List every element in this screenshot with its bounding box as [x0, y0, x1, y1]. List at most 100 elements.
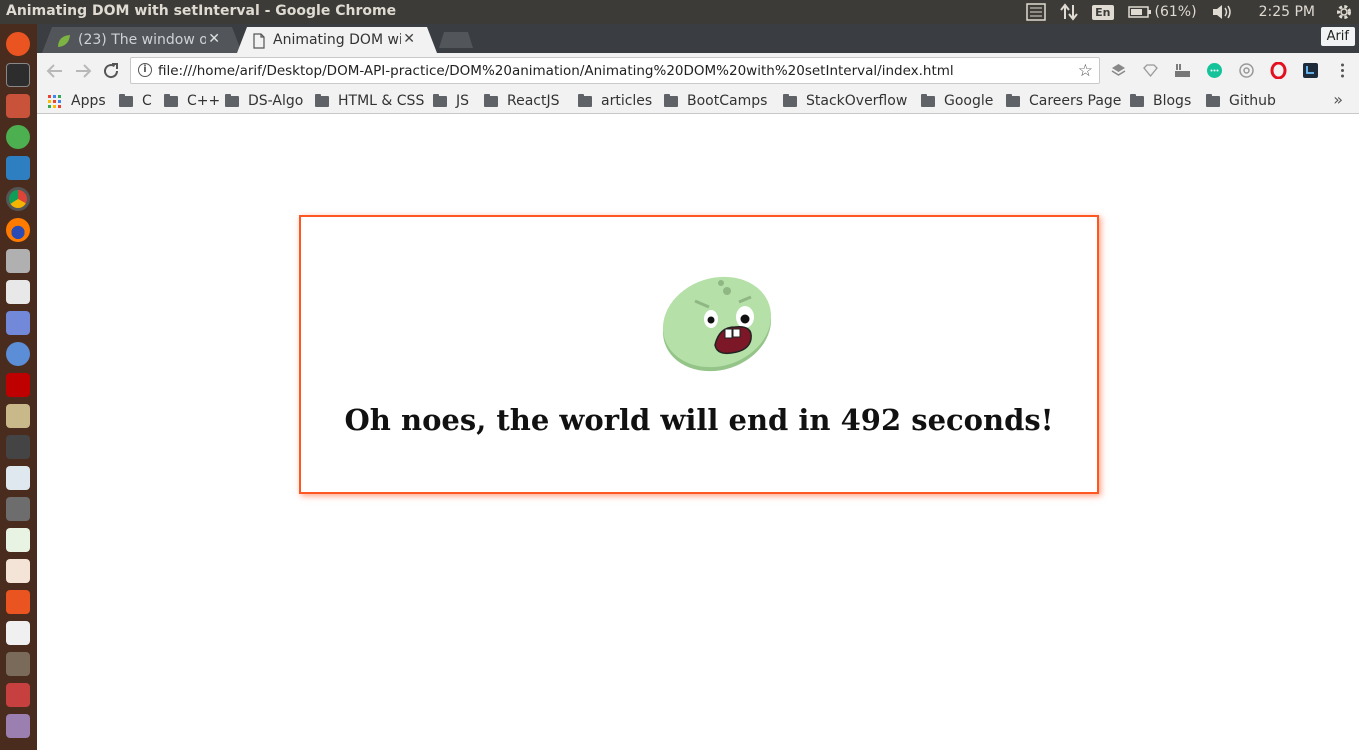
settings-app-icon[interactable] [6, 497, 30, 521]
calc-icon[interactable] [6, 528, 30, 552]
battery-indicator[interactable]: (61%) [1127, 4, 1197, 20]
bookmark-label: Careers Page [1029, 93, 1122, 109]
list-icon[interactable] [1026, 3, 1046, 21]
folder-icon [783, 93, 797, 107]
back-icon[interactable] [46, 62, 64, 80]
bookmark-folder[interactable]: BootCamps [664, 91, 767, 111]
forward-icon[interactable] [74, 62, 92, 80]
bookmark-label: HTML & CSS [338, 93, 425, 109]
folder-icon [225, 93, 239, 107]
folder-icon [1130, 93, 1144, 107]
bookmark-star-icon[interactable]: ☆ [1078, 61, 1093, 81]
system-settings-icon[interactable] [6, 683, 30, 707]
folder-icon [578, 93, 592, 107]
opera-extension-icon[interactable] [1270, 62, 1287, 79]
drive-icon[interactable] [6, 652, 30, 676]
folder-icon [315, 93, 329, 107]
keyboard-layout-indicator[interactable]: En [1092, 4, 1114, 20]
address-bar[interactable]: i file:///home/arif/Desktop/DOM-API-prac… [130, 57, 1100, 84]
countdown-card: Oh noes, the world will end in 492 secon… [299, 215, 1099, 494]
apps-grid-icon [48, 94, 61, 108]
bookmarks-bar: Apps C C++ DS-Algo HTML & CSS JS ReactJS… [37, 88, 1359, 114]
launcher [0, 24, 37, 750]
writer-icon[interactable] [6, 466, 30, 490]
window-title: Animating DOM with setInterval - Google … [6, 3, 397, 19]
bookmark-folder[interactable]: articles [578, 91, 652, 111]
bookmarks-overflow-button[interactable]: » [1333, 90, 1343, 109]
folder-icon [433, 93, 447, 107]
scared-monster-image [662, 276, 772, 372]
bookmark-label: JS [456, 93, 470, 109]
battery-percent: (61%) [1154, 4, 1197, 20]
battery-icon [1127, 6, 1151, 18]
vscode-icon[interactable] [6, 156, 30, 180]
filezilla-icon[interactable] [6, 373, 30, 397]
screenshot-icon[interactable] [6, 249, 30, 273]
folder-icon [664, 93, 678, 107]
chrome-menu-icon[interactable] [1334, 62, 1351, 79]
chromium-icon[interactable] [6, 342, 30, 366]
bookmark-label: ReactJS [507, 93, 560, 109]
bookmark-label: Apps [71, 93, 106, 109]
folder-icon [921, 93, 935, 107]
impress-icon[interactable] [6, 559, 30, 583]
app-green-icon[interactable] [6, 125, 30, 149]
profile-button[interactable]: Arif [1320, 27, 1355, 46]
bookmark-folder[interactable]: Google [921, 91, 993, 111]
clock[interactable]: 2:25 PM [1259, 4, 1315, 20]
java-icon[interactable] [6, 280, 30, 304]
page-viewport: Oh noes, the world will end in 492 secon… [37, 115, 1359, 750]
bookmark-folder[interactable]: ReactJS [484, 91, 560, 111]
network-icon[interactable] [1060, 3, 1078, 21]
bookmark-folder[interactable]: C [119, 91, 152, 111]
tab-active[interactable]: Animating DOM wi ✕ [237, 27, 437, 53]
bookmark-folder[interactable]: Github [1206, 91, 1276, 111]
url-text[interactable]: file:///home/arif/Desktop/DOM-API-practi… [158, 63, 954, 79]
tab-inactive[interactable]: (23) The window ob ✕ [42, 27, 242, 53]
photos-icon[interactable] [6, 404, 30, 428]
bookmark-folder[interactable]: DS-Algo [225, 91, 303, 111]
bookmark-label: DS-Algo [248, 93, 304, 109]
tab-label: (23) The window ob [78, 32, 206, 48]
at-extension-icon[interactable] [1238, 62, 1255, 79]
system-top-bar: Animating DOM with setInterval - Google … [0, 0, 1359, 24]
new-tab-button[interactable] [439, 32, 473, 48]
folder-icon [1006, 93, 1020, 107]
close-tab-icon[interactable]: ✕ [403, 31, 415, 47]
leaf-icon [58, 35, 70, 47]
close-tab-icon[interactable]: ✕ [208, 31, 220, 47]
layers-extension-icon[interactable] [1110, 62, 1127, 79]
bookmark-folder[interactable]: Careers Page [1006, 91, 1121, 111]
software-center-icon[interactable] [6, 590, 30, 614]
diamond-extension-icon[interactable] [1142, 62, 1159, 79]
chrome-icon[interactable] [6, 187, 30, 211]
bookmark-label: StackOverflow [806, 93, 908, 109]
firefox-icon[interactable] [6, 218, 30, 242]
toggle-off-extension-icon[interactable] [1174, 62, 1191, 79]
terminal-icon[interactable] [6, 63, 30, 87]
info-icon[interactable]: i [138, 63, 152, 77]
chat-extension-icon[interactable] [1206, 62, 1223, 79]
document-icon [253, 33, 265, 49]
bookmark-folder[interactable]: HTML & CSS [315, 91, 424, 111]
trash-icon[interactable] [6, 714, 30, 738]
bookmark-label: Github [1229, 93, 1276, 109]
countdown-message: Oh noes, the world will end in 492 secon… [344, 403, 1054, 437]
apps-shortcut[interactable]: Apps [48, 91, 106, 111]
files-icon[interactable] [6, 94, 30, 118]
ubuntu-logo-icon[interactable] [6, 32, 30, 56]
reload-icon[interactable] [102, 62, 120, 80]
discord-icon[interactable] [6, 311, 30, 335]
volume-icon[interactable] [1211, 4, 1233, 20]
bookmark-folder[interactable]: StackOverflow [783, 91, 907, 111]
system-tray: En (61%) 2:25 PM [1012, 0, 1359, 24]
gear-icon[interactable] [1335, 3, 1353, 21]
bookmark-folder[interactable]: JS [433, 91, 469, 111]
bookmark-folder[interactable]: Blogs [1130, 91, 1191, 111]
tab-strip: (23) The window ob ✕ Animating DOM wi ✕ … [37, 24, 1359, 53]
bookmark-folder[interactable]: C++ [164, 91, 220, 111]
folder-icon [119, 93, 133, 107]
amazon-icon[interactable] [6, 621, 30, 645]
dark-extension-icon[interactable] [1302, 62, 1319, 79]
video-icon[interactable] [6, 435, 30, 459]
